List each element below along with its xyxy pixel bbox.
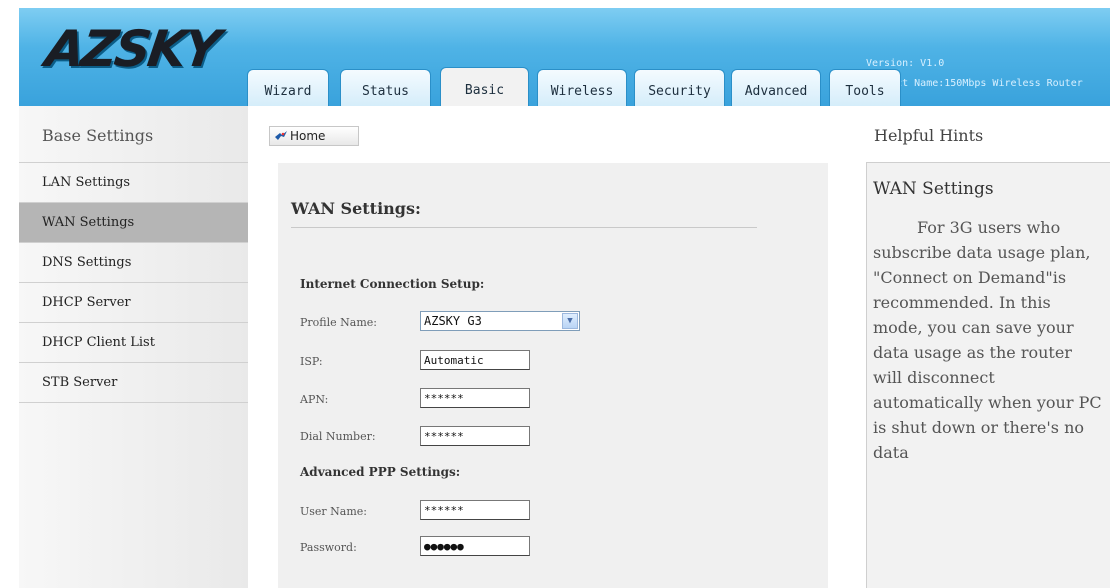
- azsky-logo: AZSKY: [41, 20, 221, 78]
- profile-name-value: AZSKY G3: [424, 314, 482, 328]
- header-top-strip: [0, 0, 1110, 8]
- profile-name-label: Profile Name:: [300, 316, 377, 329]
- title-divider: [291, 227, 757, 228]
- profile-name-select[interactable]: AZSKY G3 ▼: [420, 311, 580, 331]
- bird-icon: [275, 131, 287, 140]
- helpful-hints: Helpful Hints WAN Settings For 3G users …: [850, 106, 1110, 588]
- tab-basic[interactable]: Basic: [440, 67, 529, 106]
- sidebar-item-dns-settings[interactable]: DNS Settings: [19, 242, 248, 282]
- tab-advanced[interactable]: Advanced: [731, 69, 821, 106]
- password-label: Password:: [300, 541, 357, 554]
- hints-text: For 3G users who subscribe data usage pl…: [873, 218, 1102, 462]
- isp-field[interactable]: Automatic: [420, 350, 530, 370]
- user-name-label: User Name:: [300, 505, 368, 518]
- main-content: Home WAN Settings: Internet Connection S…: [248, 106, 850, 588]
- sidebar-item-lan-settings[interactable]: LAN Settings: [19, 162, 248, 202]
- apn-field[interactable]: ******: [420, 388, 530, 408]
- internet-connection-heading: Internet Connection Setup:: [300, 277, 485, 291]
- password-field[interactable]: ●●●●●●: [420, 536, 530, 556]
- wan-settings-panel: WAN Settings: Internet Connection Setup:…: [278, 163, 828, 588]
- dial-number-label: Dial Number:: [300, 430, 376, 443]
- tab-tools[interactable]: Tools: [829, 69, 901, 106]
- sidebar-item-dhcp-client-list[interactable]: DHCP Client List: [19, 322, 248, 362]
- sidebar-divider: [19, 402, 248, 403]
- sidebar-item-stb-server[interactable]: STB Server: [19, 362, 248, 402]
- tab-security[interactable]: Security: [634, 69, 725, 106]
- page-title: WAN Settings:: [291, 199, 421, 218]
- tab-wireless[interactable]: Wireless: [537, 69, 627, 106]
- apn-label: APN:: [300, 393, 329, 406]
- isp-label: ISP:: [300, 355, 323, 368]
- advanced-ppp-heading: Advanced PPP Settings:: [300, 465, 461, 479]
- sidebar: Base Settings LAN Settings WAN Settings …: [19, 106, 248, 588]
- tab-status[interactable]: Status: [340, 69, 431, 106]
- tab-wizard[interactable]: Wizard: [247, 69, 329, 106]
- home-button[interactable]: Home: [269, 126, 359, 146]
- sidebar-item-wan-settings[interactable]: WAN Settings: [19, 202, 248, 242]
- version-text: Version: V1.0: [866, 58, 945, 69]
- sidebar-title: Base Settings: [42, 126, 154, 145]
- hints-title: Helpful Hints: [874, 126, 984, 145]
- header: AZSKY Version: V1.0 Product Name:150Mbps…: [0, 0, 1110, 106]
- hints-heading: WAN Settings: [873, 179, 994, 199]
- dial-number-field[interactable]: ******: [420, 426, 530, 446]
- chevron-down-icon[interactable]: ▼: [562, 313, 578, 329]
- sidebar-item-dhcp-server[interactable]: DHCP Server: [19, 282, 248, 322]
- home-label: Home: [290, 129, 326, 143]
- hints-box: WAN Settings For 3G users who subscribe …: [866, 162, 1110, 588]
- user-name-field[interactable]: ******: [420, 500, 530, 520]
